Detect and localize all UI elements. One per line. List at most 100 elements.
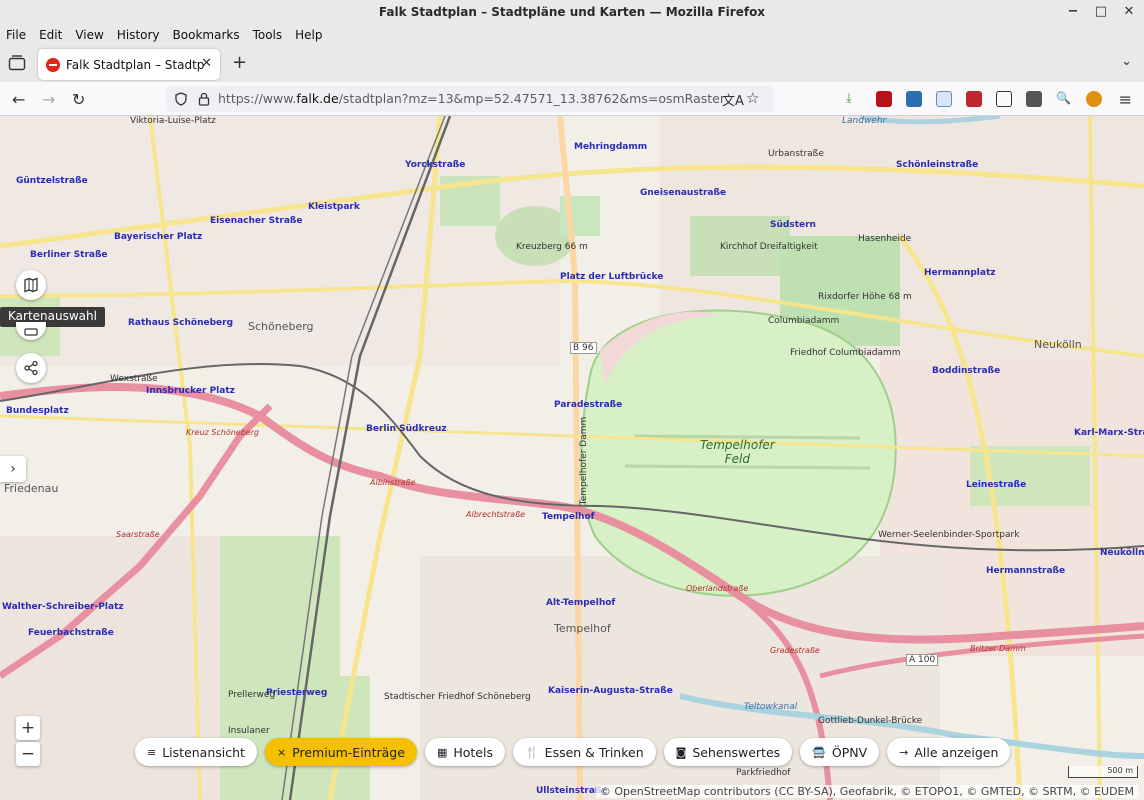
map-label-hermannstrasse: Hermannstraße: [986, 566, 1066, 576]
url-text: https://www.falk.de/stadtplan?mz=13&mp=5…: [218, 91, 725, 106]
map-label-feuerbachstrasse: Feuerbachstraße: [28, 628, 114, 638]
chevron-down-icon[interactable]: ⌄: [1121, 54, 1132, 69]
menubar: File Edit View History Bookmarks Tools H…: [0, 24, 1144, 46]
map-label-stadtischer-friedhof: Stadtischer Friedhof Schöneberg: [384, 692, 531, 702]
map-label-insulaner: Insulaner: [228, 726, 270, 736]
chevron-right-icon: ›: [10, 461, 16, 477]
map-label-gneisenaustrasse: Gneisenaustraße: [640, 188, 727, 198]
map-label-tempelhof-station: Tempelhof: [542, 512, 595, 522]
map-label-columbiadamm: Columbiadamm: [768, 316, 840, 326]
map-label-hermannplatz: Hermannplatz: [924, 268, 996, 278]
menu-tools[interactable]: Tools: [253, 28, 283, 42]
map-label-berlin-suedkreuz: Berlin Südkreuz: [366, 424, 447, 434]
document-icon[interactable]: [936, 91, 952, 107]
map-label-landwehr: Landwehr: [842, 116, 887, 126]
map-district-tempelhof: Tempelhof: [554, 622, 611, 635]
map-label-guentzelstrasse: Güntzelstraße: [16, 176, 88, 186]
map-label-britzer-damm: Britzer Damm: [970, 644, 1026, 653]
puzzle-extensions-icon[interactable]: [996, 91, 1012, 107]
list-icon: ≡: [147, 745, 157, 759]
map-district-neukoelln: Neukölln: [1034, 338, 1082, 351]
extension-icon[interactable]: [906, 91, 922, 107]
back-arrow-icon[interactable]: ←: [12, 90, 25, 109]
map-label-prellerweg: Prellerweg: [228, 690, 276, 700]
printer-icon: [24, 328, 38, 336]
falk-favicon-icon: [46, 57, 60, 72]
category-filter-bar: ≡ Listenansicht × Premium-Einträge ▦ Hotels…: [135, 738, 1011, 766]
map-label-leinestrasse: Leinestraße: [966, 480, 1027, 490]
sights-button[interactable]: ◙ Sehenswertes: [663, 738, 793, 766]
map-label-paradestrasse: Paradestraße: [554, 400, 623, 410]
arrow-right-icon: →: [899, 745, 909, 759]
share-button[interactable]: [16, 353, 46, 383]
menu-help[interactable]: Help: [295, 28, 322, 42]
magnifier-extension-icon[interactable]: 🔍: [1056, 91, 1072, 107]
zoom-in-button[interactable]: +: [16, 716, 40, 740]
map-label-urbanstrasse: Urbanstraße: [768, 149, 824, 159]
map-label-wexstrasse: Wexstraße: [110, 374, 158, 384]
window-titlebar: Falk Stadtplan – Stadtpläne und Karten —…: [0, 0, 1144, 24]
close-icon[interactable]: ✕: [1122, 2, 1136, 22]
forward-arrow-icon[interactable]: →: [42, 90, 55, 109]
bus-icon: 🚍: [812, 745, 826, 759]
menu-history[interactable]: History: [117, 28, 160, 42]
url-bar[interactable]: https://www.falk.de/stadtplan?mz=13&mp=5…: [166, 86, 774, 112]
menu-view[interactable]: View: [75, 28, 103, 42]
new-tab-icon[interactable]: +: [232, 52, 247, 73]
map-label-gradestrasse: Gradestraße: [770, 646, 820, 655]
map-label-kreuzberg: Kreuzberg 66 m: [516, 242, 588, 252]
map-label-suedstern: Südstern: [770, 220, 816, 230]
hamburger-menu-icon[interactable]: ≡: [1119, 90, 1132, 109]
reload-icon[interactable]: ↻: [72, 90, 85, 109]
download-icon[interactable]: ⤓: [846, 91, 862, 107]
food-drink-button[interactable]: 🍴 Essen & Trinken: [512, 738, 656, 766]
menu-edit[interactable]: Edit: [39, 28, 62, 42]
menu-bookmarks[interactable]: Bookmarks: [173, 28, 240, 42]
hotels-button[interactable]: ▦ Hotels: [424, 738, 505, 766]
map-label-boddinstrasse: Boddinstraße: [932, 366, 1001, 376]
show-all-button[interactable]: → Alle anzeigen: [887, 738, 1011, 766]
map-label-innsbrucker-platz: Innsbrucker Platz: [146, 386, 235, 396]
map-label-teltowkanal: Teltowkanal: [744, 702, 798, 712]
map-label-saarstrasse: Saarstraße: [116, 530, 160, 539]
map-canvas[interactable]: Yorckstraße Mehringdamm Urbanstraße Schö…: [0, 116, 1144, 800]
map-label-tempelhofer-damm: Tempelhofer Damm: [579, 416, 590, 506]
map-label-friedhof-columbiadamm: Friedhof Columbiadamm: [790, 348, 901, 358]
zoom-out-button[interactable]: −: [16, 742, 40, 766]
maximize-icon[interactable]: □: [1094, 2, 1108, 22]
extension-badge-icon[interactable]: [966, 91, 982, 107]
lock-icon[interactable]: [198, 92, 210, 106]
map-attribution[interactable]: © OpenStreetMap contributors (CC BY-SA),…: [595, 785, 1138, 798]
map-label-rathaus-schoeneberg: Rathaus Schöneberg: [128, 318, 234, 328]
extension-dark-icon[interactable]: [1026, 91, 1042, 107]
map-district-schoeneberg: Schöneberg: [248, 320, 314, 333]
hotel-icon: ▦: [436, 745, 448, 759]
tab-overview-icon[interactable]: [8, 55, 26, 71]
minimize-icon[interactable]: −: [1066, 2, 1080, 22]
map-label-kaiserin-augusta-strasse: Kaiserin-Augusta-Straße: [548, 686, 673, 696]
map-label-oberlandstrasse: Oberlandstraße: [686, 584, 749, 593]
tab-falk[interactable]: Falk Stadtplan – Stadtpläne ✕: [38, 49, 220, 80]
expand-panel-button[interactable]: ›: [0, 456, 26, 482]
ublock-origin-icon[interactable]: [876, 91, 892, 107]
share-icon: [24, 360, 38, 376]
map-label-a100: A 100: [906, 654, 939, 666]
map-label-gottlieb-dunkel-bruecke: Gottlieb-Dunkel-Brücke: [818, 716, 923, 726]
translate-icon[interactable]: 文A: [722, 90, 744, 109]
map-label-tempelhofer-feld: Tempelhofer Feld: [700, 438, 775, 466]
tab-close-icon[interactable]: ✕: [201, 56, 212, 71]
bookmark-star-icon[interactable]: ☆: [746, 89, 759, 107]
premium-entries-button[interactable]: × Premium-Einträge: [264, 738, 417, 766]
shield-icon[interactable]: [174, 92, 188, 106]
menu-file[interactable]: File: [6, 28, 26, 42]
notification-extension-icon[interactable]: [1086, 91, 1102, 107]
map-district-friedenau: Friedenau: [4, 482, 59, 495]
map-tiles: [0, 116, 1144, 800]
public-transport-button[interactable]: 🚍 ÖPNV: [800, 738, 880, 766]
map-layers-button[interactable]: [16, 270, 46, 300]
map-label-hasenheide: Hasenheide: [858, 234, 912, 244]
map-label-albinstrasse: Albinstraße: [370, 478, 416, 487]
map-label-yorckstrasse: Yorckstraße: [405, 160, 466, 170]
map-label-albrechtstrasse: Albrechtstraße: [466, 510, 526, 519]
list-view-button[interactable]: ≡ Listenansicht: [135, 738, 257, 766]
